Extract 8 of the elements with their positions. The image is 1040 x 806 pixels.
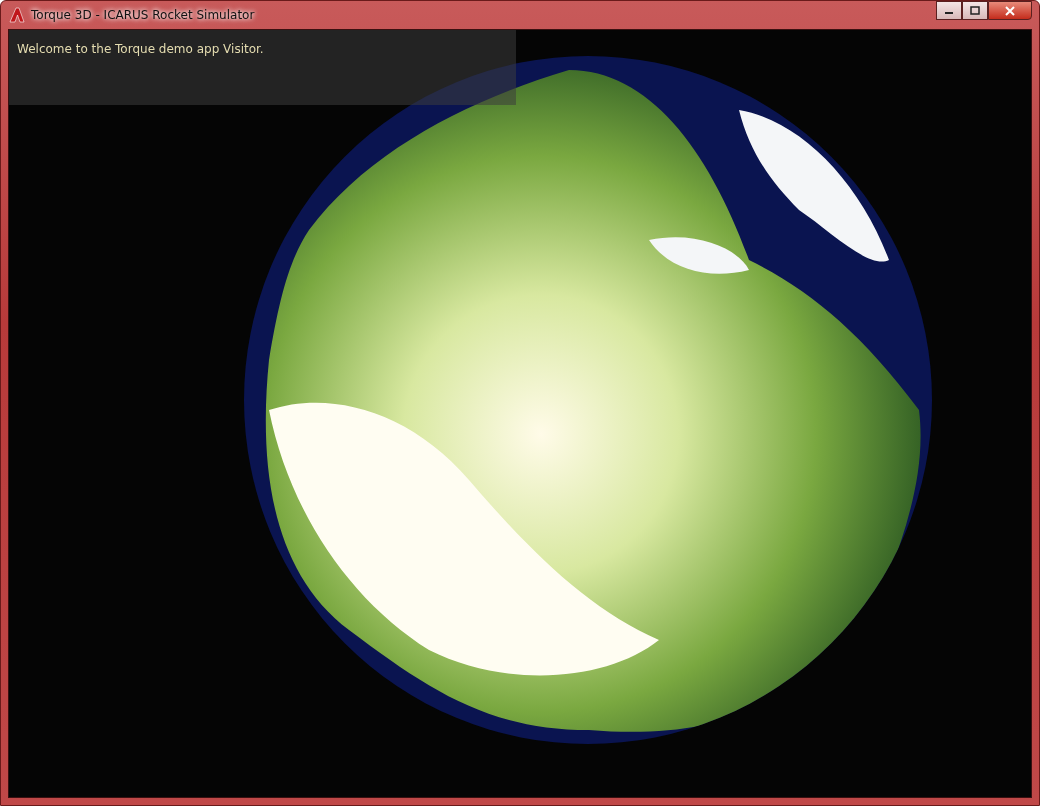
app-logo-icon [9,7,25,23]
close-icon [1004,5,1016,16]
close-button[interactable] [988,1,1032,20]
maximize-button[interactable] [962,1,988,20]
minimize-button[interactable] [936,1,962,20]
maximize-icon [970,6,980,15]
window-title: Torque 3D - ICARUS Rocket Simulator [31,8,255,22]
welcome-message: Welcome to the Torque demo app Visitor. [17,42,264,56]
